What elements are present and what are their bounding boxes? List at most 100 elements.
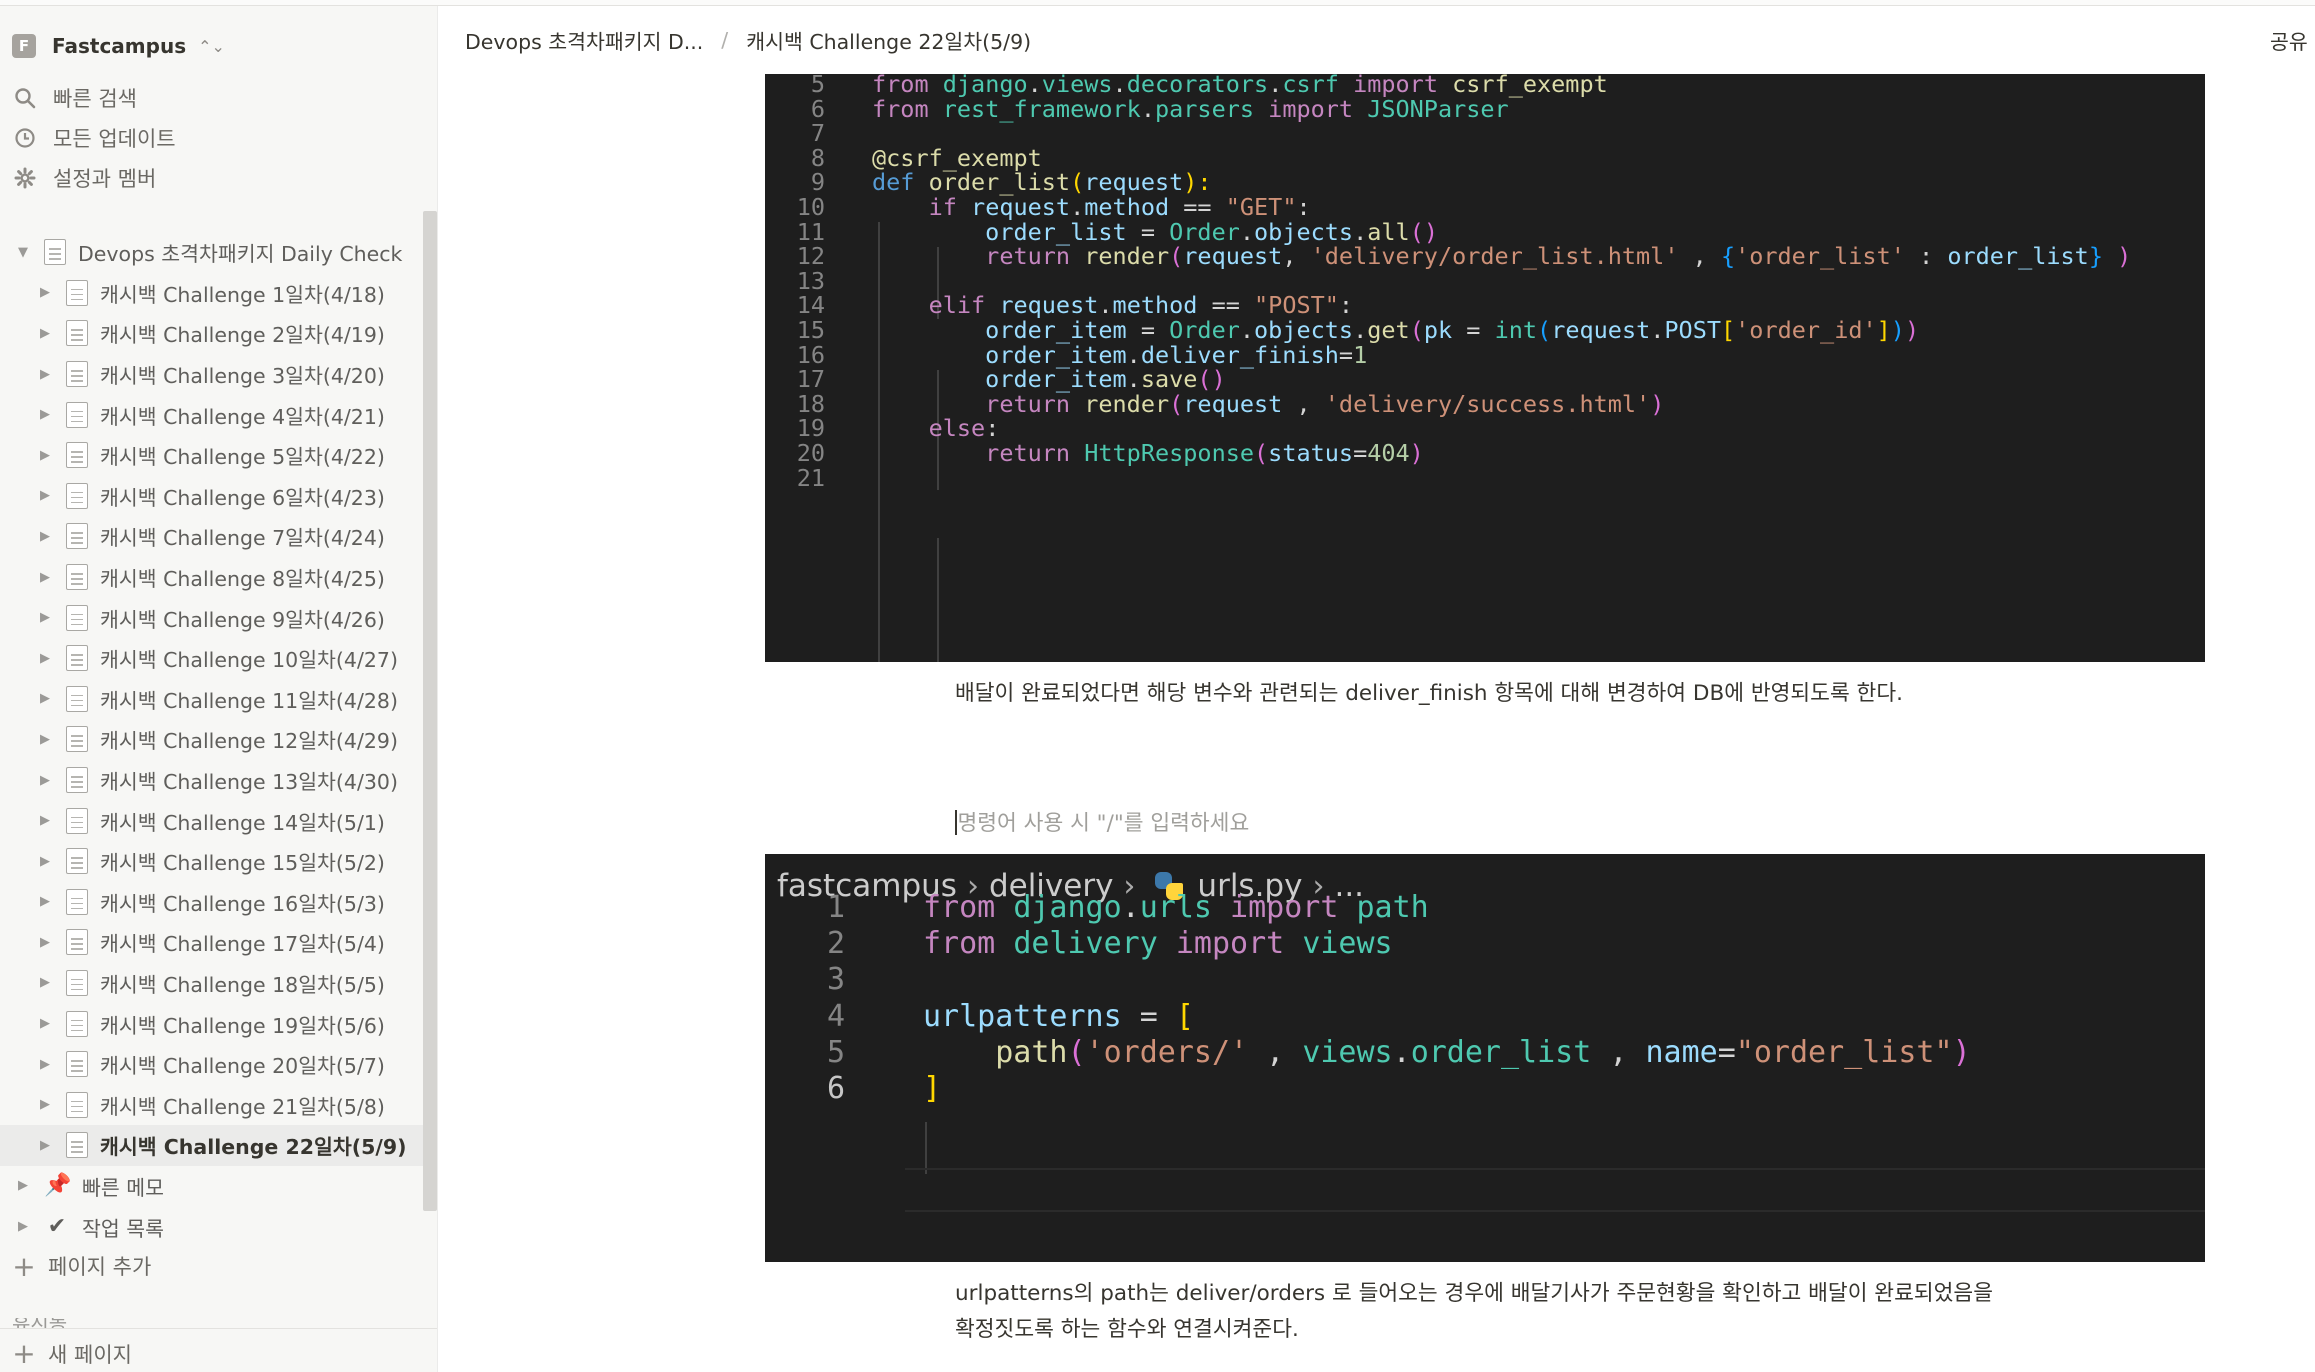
code-token: return	[872, 242, 1085, 271]
tree-item-label: 캐시백 Challenge 3일차(4/20)	[100, 364, 385, 389]
paragraph-deliver-finish[interactable]: 배달이 완료되었다면 해당 변수와 관련되는 deliver_finish 항목…	[955, 676, 2015, 712]
sidebar-scrollbar[interactable]	[423, 211, 437, 1211]
tree-item-challenge[interactable]: ▶ 캐시백 Challenge 16일차(5/3)	[0, 882, 424, 923]
tree-item-challenge[interactable]: ▶ 캐시백 Challenge 10일차(4/27)	[0, 638, 424, 679]
tree-item-challenge[interactable]: ▶ 캐시백 Challenge 13일차(4/30)	[0, 760, 424, 801]
caret-right-icon[interactable]: ▶	[34, 488, 56, 503]
breadcrumb-current[interactable]: 캐시백 Challenge 22일차(5/9)	[746, 25, 1031, 55]
caret-right-icon[interactable]: ▶	[34, 610, 56, 625]
tree-item-challenge[interactable]: ▶ 캐시백 Challenge 12일차(4/29)	[0, 719, 424, 760]
line-number: 21	[796, 463, 825, 492]
caret-right-icon[interactable]: ▶	[34, 854, 56, 869]
caret-right-icon[interactable]: ▶	[34, 894, 56, 909]
tree-item-challenge[interactable]: ▶ 캐시백 Challenge 17일차(5/4)	[0, 922, 424, 963]
placeholder-text: 명령어 사용 시 "/"를 입력하세요	[957, 811, 1250, 836]
tree-item-challenge[interactable]: ▶ 캐시백 Challenge 20일차(5/7)	[0, 1044, 424, 1085]
code-token: order_list	[1410, 1034, 1592, 1070]
caret-right-icon[interactable]: ▶	[34, 975, 56, 990]
caret-right-icon[interactable]: ▶	[34, 935, 56, 950]
caret-right-icon[interactable]: ▶	[34, 1016, 56, 1031]
caret-right-icon[interactable]: ▶	[34, 1057, 56, 1072]
workspace-switcher[interactable]: F Fastcampus ⌃⌄	[12, 28, 225, 64]
code-line: from delivery import views	[923, 926, 1393, 961]
caret-right-icon[interactable]: ▶	[34, 1097, 56, 1112]
code-token: {	[1720, 242, 1736, 271]
caret-right-icon[interactable]: ▶	[34, 448, 56, 463]
code-token: import	[1254, 94, 1368, 123]
code-token: =	[1717, 1034, 1736, 1070]
tree-item-challenge[interactable]: ▶ 캐시백 Challenge 22일차(5/9)	[0, 1125, 424, 1166]
caret-right-icon[interactable]: ▶	[34, 651, 56, 666]
indent-guide	[925, 1122, 927, 1174]
tree-item-challenge[interactable]: ▶ 캐시백 Challenge 3일차(4/20)	[0, 354, 424, 395]
tree-item-task-list[interactable]: ▶ ✔ 작업 목록	[0, 1206, 424, 1247]
updown-chevron-icon: ⌃⌄	[198, 36, 225, 56]
caret-right-icon[interactable]: ▶	[34, 1138, 56, 1153]
plus-icon: +	[12, 1337, 36, 1370]
code-line: from django.urls import path	[923, 890, 1429, 925]
caret-right-icon[interactable]: ▶	[34, 732, 56, 747]
share-button[interactable]: 공유	[2270, 22, 2308, 58]
code-token: django	[1013, 890, 1122, 925]
tree-item-label: 캐시백 Challenge 2일차(4/19)	[100, 323, 385, 348]
caret-right-icon[interactable]: ▶	[34, 691, 56, 706]
tree-item-challenge[interactable]: ▶ 캐시백 Challenge 18일차(5/5)	[0, 963, 424, 1004]
nav-label: 빠른 검색	[53, 87, 137, 111]
tree-item-challenge[interactable]: ▶ 캐시백 Challenge 1일차(4/18)	[0, 273, 424, 314]
tree-item-challenge[interactable]: ▶ 캐시백 Challenge 4일차(4/21)	[0, 394, 424, 435]
empty-block-input[interactable]: 명령어 사용 시 "/"를 입력하세요	[955, 806, 1249, 842]
settings-members-button[interactable]: 설정과 멤버	[0, 158, 437, 198]
tree-item-challenge[interactable]: ▶ 캐시백 Challenge 9일차(4/26)	[0, 597, 424, 638]
tree-item-challenge[interactable]: ▶ 캐시백 Challenge 5일차(4/22)	[0, 435, 424, 476]
code-token: rest_framework	[942, 94, 1141, 123]
tree-item-label: 캐시백 Challenge 11일차(4/28)	[100, 688, 398, 713]
caret-right-icon[interactable]: ▶	[34, 407, 56, 422]
code-line: path('orders/' , views.order_list , name…	[923, 1034, 1970, 1070]
trash-item-clipped[interactable]: 휴지통	[12, 1318, 102, 1328]
tree-item-label: 캐시백 Challenge 1일차(4/18)	[100, 282, 385, 307]
tree-item-challenge[interactable]: ▶ 캐시백 Challenge 8일차(4/25)	[0, 557, 424, 598]
tree-item-label: 캐시백 Challenge 7일차(4/24)	[100, 526, 385, 551]
page-icon	[66, 645, 88, 672]
caret-right-icon[interactable]: ▶	[34, 326, 56, 341]
caret-right-icon[interactable]: ▶	[34, 570, 56, 585]
caret-right-icon[interactable]: ▶	[12, 1178, 34, 1193]
tree-item-challenge[interactable]: ▶ 캐시백 Challenge 7일차(4/24)	[0, 516, 424, 557]
caret-right-icon[interactable]: ▶	[34, 529, 56, 544]
caret-right-icon[interactable]: ▶	[34, 813, 56, 828]
current-line-highlight	[905, 1168, 2205, 1212]
caret-right-icon[interactable]: ▶	[12, 1219, 34, 1234]
code-line: ]	[923, 1071, 941, 1106]
caret-right-icon[interactable]: ▶	[34, 285, 56, 300]
code-token: (	[1067, 1034, 1086, 1070]
tree-item-label: 캐시백 Challenge 13일차(4/30)	[100, 770, 398, 795]
tree-item-quick-memo[interactable]: ▶ 📌 빠른 메모	[0, 1166, 424, 1207]
add-page-button[interactable]: + 페이지 추가	[0, 1246, 151, 1286]
code-token: path	[1356, 890, 1429, 925]
tree-item-challenge[interactable]: ▶ 캐시백 Challenge 2일차(4/19)	[0, 313, 424, 354]
breadcrumb-parent[interactable]: Devops 초격차패키지 D...	[465, 25, 703, 55]
line-number: 5	[826, 1034, 845, 1070]
quick-search-button[interactable]: 빠른 검색	[0, 78, 437, 118]
all-updates-button[interactable]: 모든 업데이트	[0, 118, 437, 158]
tree-item-challenge[interactable]: ▶ 캐시백 Challenge 19일차(5/6)	[0, 1003, 424, 1044]
caret-right-icon[interactable]: ▶	[34, 773, 56, 788]
page-icon	[66, 442, 88, 469]
code-token: 'order_list'	[1735, 242, 1905, 271]
tree-item-challenge[interactable]: ▶ 캐시백 Challenge 15일차(5/2)	[0, 841, 424, 882]
caret-down-icon[interactable]: ▼	[12, 245, 34, 260]
paragraph-urlpatterns[interactable]: urlpatterns의 path는 deliver/orders 로 들어오는…	[955, 1276, 2015, 1348]
tree-item-label: 캐시백 Challenge 9일차(4/26)	[100, 607, 385, 632]
tree-item-challenge[interactable]: ▶ 캐시백 Challenge 21일차(5/8)	[0, 1084, 424, 1125]
tree-item-challenge[interactable]: ▶ 캐시백 Challenge 11일차(4/28)	[0, 679, 424, 720]
code-token: views	[1302, 926, 1393, 962]
tree-item-challenge[interactable]: ▶ 캐시백 Challenge 14일차(5/1)	[0, 800, 424, 841]
line-number: 3	[826, 962, 845, 998]
new-page-button[interactable]: + 새 페이지	[0, 1328, 437, 1372]
tree-item-devops-root[interactable]: ▼ Devops 초격차패키지 Daily Check	[0, 232, 424, 273]
line-number: 4	[826, 998, 845, 1034]
caret-right-icon[interactable]: ▶	[34, 367, 56, 382]
tree-item-challenge[interactable]: ▶ 캐시백 Challenge 6일차(4/23)	[0, 476, 424, 517]
page-icon	[66, 969, 88, 996]
code-token: :	[1904, 242, 1948, 271]
